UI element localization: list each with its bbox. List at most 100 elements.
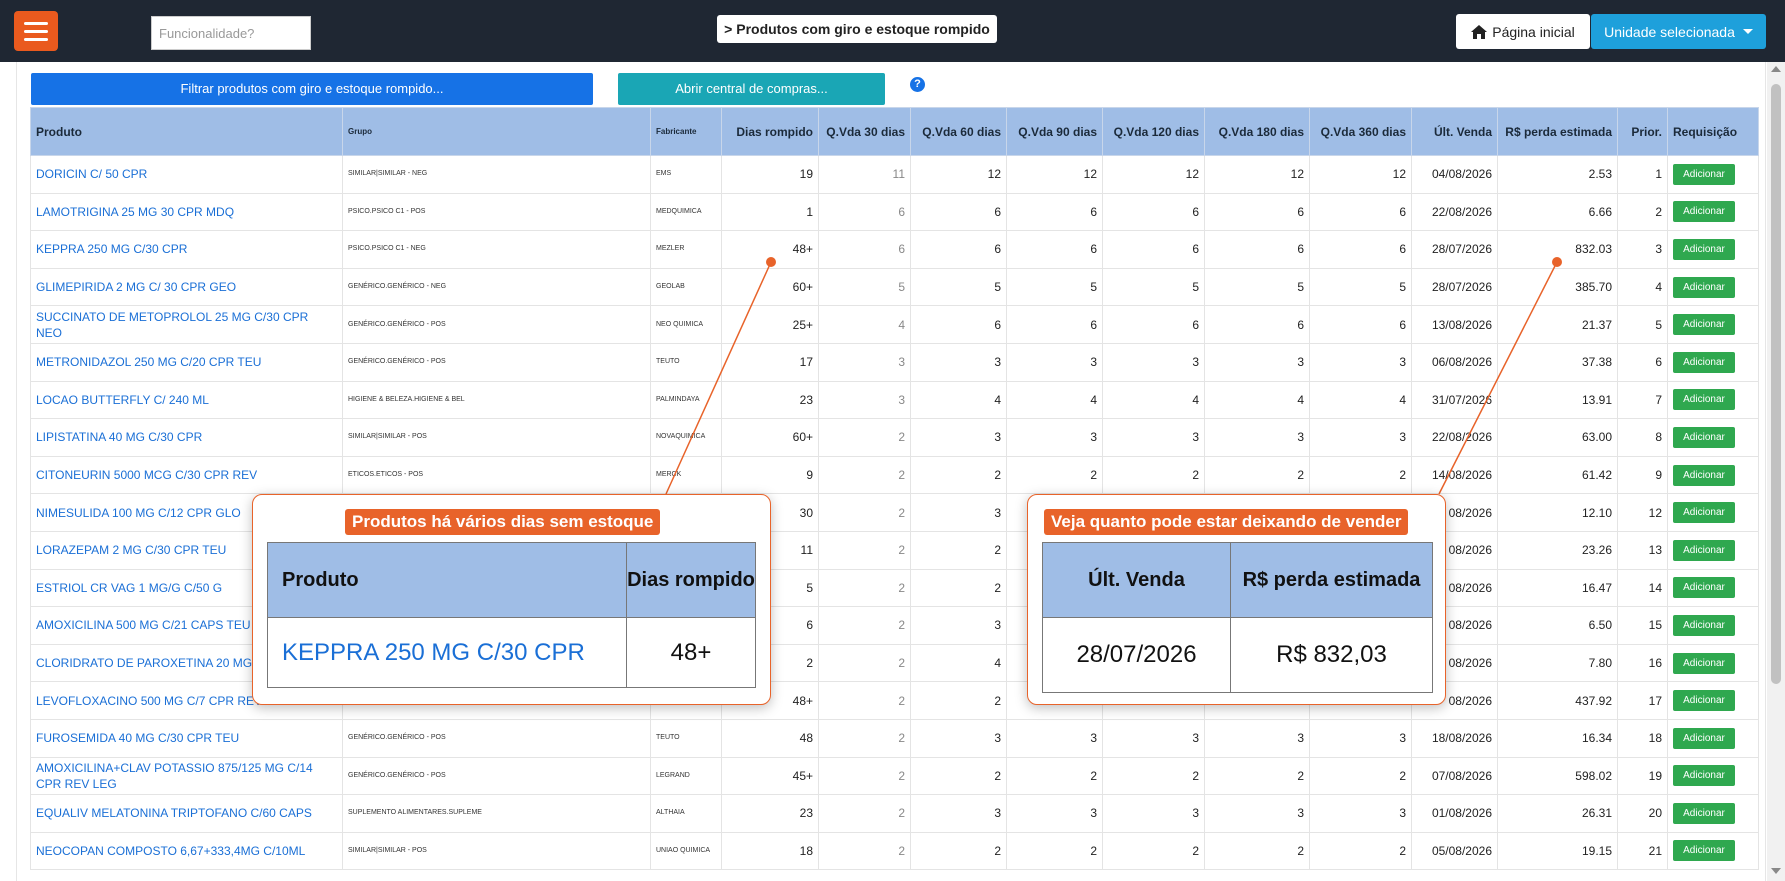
table-cell: 2 [910,681,1007,720]
add-button[interactable]: Adicionar [1673,840,1735,862]
column-header[interactable]: Últ. Venda [1411,107,1498,156]
table-cell: 4 [1204,380,1310,420]
manufacturer-cell: PALMINDAYA [650,380,722,420]
product-link[interactable]: DORICIN C/ 50 CPR [30,155,343,194]
table-cell: 14 [1617,568,1668,608]
add-button[interactable]: Adicionar [1673,389,1735,411]
product-link[interactable]: KEPPRA 250 MG C/30 CPR [30,230,343,269]
search-input[interactable] [151,16,311,50]
home-button[interactable]: Página inicial [1456,14,1590,49]
table-cell: 4 [1617,267,1668,307]
column-header[interactable]: Fabricante [650,107,722,156]
add-button[interactable]: Adicionar [1673,163,1735,185]
filter-button[interactable]: Filtrar produtos com giro e estoque romp… [31,73,593,105]
requisition-cell: Adicionar [1667,643,1759,683]
table-cell: 06/08/2026 [1411,342,1498,382]
table-cell: 3 [1006,718,1103,758]
column-header[interactable]: Q.Vda 60 dias [910,107,1007,156]
product-link[interactable]: EQUALIV MELATONINA TRIPTOFANO C/60 CAPS [30,794,343,833]
table-cell: 3 [1102,794,1205,833]
add-button[interactable]: Adicionar [1673,314,1735,336]
column-header[interactable]: Dias rompido [721,107,819,156]
column-header[interactable]: Requisição [1667,107,1759,156]
add-button[interactable]: Adicionar [1673,502,1735,524]
column-header[interactable]: Q.Vda 180 dias [1204,107,1310,156]
help-icon[interactable]: ? [910,77,925,92]
column-header[interactable]: Q.Vda 90 dias [1006,107,1103,156]
add-button[interactable]: Adicionar [1673,238,1735,260]
table-cell: 3 [910,342,1007,382]
requisition-cell: Adicionar [1667,342,1759,382]
scroll-down-icon[interactable] [1771,868,1781,874]
table-cell: 19 [1617,756,1668,796]
add-button[interactable]: Adicionar [1673,276,1735,298]
add-button[interactable]: Adicionar [1673,577,1735,599]
table-cell: 6 [910,305,1007,344]
scroll-up-icon[interactable] [1771,66,1781,72]
table-cell: 3 [1309,794,1412,833]
callout-product-value: KEPPRA 250 MG C/30 CPR [267,617,627,688]
open-purchases-button[interactable]: Abrir central de compras... [618,73,885,105]
qty-30-cell: 5 [818,267,911,307]
column-header[interactable]: Q.Vda 30 dias [818,107,911,156]
product-link[interactable]: LIPISTATINA 40 MG C/30 CPR [30,418,343,457]
add-button[interactable]: Adicionar [1673,464,1735,486]
product-link[interactable]: LAMOTRIGINA 25 MG 30 CPR MDQ [30,192,343,232]
table-cell: 2 [910,831,1007,871]
table-cell: 4 [1006,380,1103,420]
product-link[interactable]: SUCCINATO DE METOPROLOL 25 MG C/30 CPR N… [30,305,343,344]
add-button[interactable]: Adicionar [1673,351,1735,373]
qty-30-cell: 2 [818,568,911,608]
hamburger-menu-button[interactable] [14,11,58,51]
column-header[interactable]: Grupo [342,107,651,156]
table-cell: 5 [1204,267,1310,307]
column-header[interactable]: Produto [30,107,343,156]
add-button[interactable]: Adicionar [1673,652,1735,674]
table-cell: 6 [1204,230,1310,269]
requisition-cell: Adicionar [1667,418,1759,457]
main-content: Filtrar produtos com giro e estoque romp… [16,62,1766,881]
qty-30-cell: 6 [818,192,911,232]
table-cell: 3 [1102,342,1205,382]
add-button[interactable]: Adicionar [1673,690,1735,712]
group-cell: SIMILAR|SIMILAR - POS [342,418,651,457]
add-button[interactable]: Adicionar [1673,802,1735,824]
table-row: LAMOTRIGINA 25 MG 30 CPR MDQ PSICO.PSICO … [30,192,1759,232]
table-cell: 6 [1102,230,1205,269]
column-header[interactable]: R$ perda estimada [1497,107,1618,156]
table-cell: 7.80 [1497,643,1618,683]
table-cell: 19 [721,155,819,194]
unit-dropdown-button[interactable]: Unidade selecionada [1591,14,1766,49]
group-cell: SUPLEMENTO ALIMENTARES.SUPLEME [342,794,651,833]
add-button[interactable]: Adicionar [1673,765,1735,787]
column-header[interactable]: Q.Vda 120 dias [1102,107,1205,156]
product-link[interactable]: AMOXICILINA+CLAV POTASSIO 875/125 MG C/1… [30,756,343,796]
product-link[interactable]: NEOCOPAN COMPOSTO 6,67+333,4MG C/10ML [30,831,343,871]
add-button[interactable]: Adicionar [1673,727,1735,749]
vertical-scrollbar[interactable] [1767,62,1785,881]
add-button[interactable]: Adicionar [1673,201,1735,223]
product-link[interactable]: FUROSEMIDA 40 MG C/30 CPR TEU [30,718,343,758]
table-cell: 5 [910,267,1007,307]
group-cell: GENÉRICO.GENÉRICO - NEG [342,267,651,307]
add-button[interactable]: Adicionar [1673,614,1735,636]
table-cell: 18 [721,831,819,871]
scroll-thumb[interactable] [1771,84,1781,684]
add-button[interactable]: Adicionar [1673,539,1735,561]
product-link[interactable]: GLIMEPIRIDA 2 MG C/ 30 CPR GEO [30,267,343,307]
product-link[interactable]: CITONEURIN 5000 MCG C/30 CPR REV [30,455,343,495]
table-cell: 3 [910,794,1007,833]
product-link[interactable]: METRONIDAZOL 250 MG C/20 CPR TEU [30,342,343,382]
table-row: LIPISTATINA 40 MG C/30 CPR SIMILAR|SIMILA… [30,418,1759,457]
column-header[interactable]: Q.Vda 360 dias [1309,107,1412,156]
table-cell: 3 [1204,342,1310,382]
product-link[interactable]: LOCAO BUTTERFLY C/ 240 ML [30,380,343,420]
table-cell: 3 [1204,418,1310,457]
table-cell: 17 [721,342,819,382]
add-button[interactable]: Adicionar [1673,426,1735,448]
table-cell: 832.03 [1497,230,1618,269]
table-cell: 6 [910,230,1007,269]
column-header[interactable]: Prior. [1617,107,1668,156]
table-cell: 05/08/2026 [1411,831,1498,871]
group-cell: SIMILAR|SIMILAR - POS [342,831,651,871]
